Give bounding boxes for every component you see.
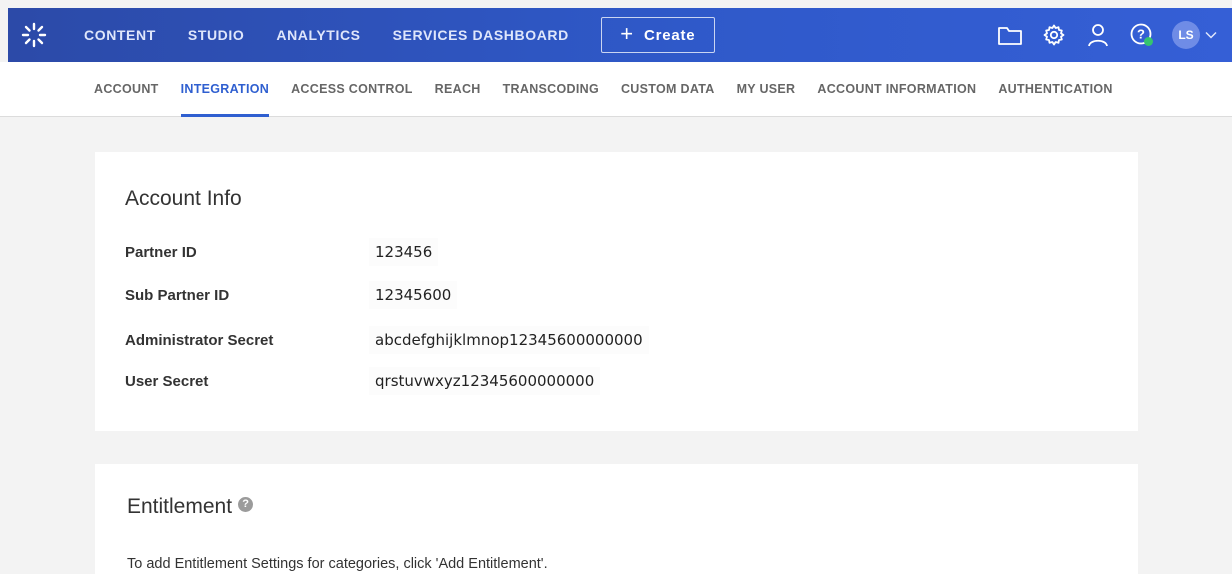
help-icon[interactable]: ? <box>1122 8 1162 62</box>
admin-secret-label: Administrator Secret <box>125 331 274 349</box>
tab-integration[interactable]: INTEGRATION <box>170 62 280 117</box>
entitlement-title: Entitlement <box>127 495 233 518</box>
avatar[interactable]: LS <box>1172 21 1200 49</box>
partner-id-value[interactable]: 123456 <box>369 238 439 266</box>
admin-secret-value[interactable]: abcdefghijklmnop12345600000000 <box>369 326 649 354</box>
user-secret-value[interactable]: qrstuvwxyz12345600000000 <box>369 367 601 395</box>
user-icon[interactable] <box>1078 8 1118 62</box>
tab-custom-data[interactable]: CUSTOM DATA <box>610 62 726 117</box>
account-info-card: Account Info Partner ID 123456 Sub Partn… <box>95 152 1138 431</box>
status-dot <box>1144 37 1153 46</box>
folder-icon[interactable] <box>990 8 1030 62</box>
entitlement-description: To add Entitlement Settings for categori… <box>127 556 548 572</box>
user-secret-row: User Secret qrstuvwxyz12345600000000 <box>125 366 1025 396</box>
admin-secret-row: Administrator Secret abcdefghijklmnop123… <box>125 325 1025 355</box>
nav-item-content[interactable]: CONTENT <box>68 8 172 62</box>
entitlement-title-wrap: Entitlement ? <box>127 495 254 519</box>
partner-id-row: Partner ID 123456 <box>125 237 1025 267</box>
gear-icon[interactable] <box>1034 8 1074 62</box>
entitlement-card: Entitlement ? To add Entitlement Setting… <box>95 464 1138 574</box>
create-button-label: Create <box>643 26 696 44</box>
account-info-title: Account Info <box>125 187 242 210</box>
help-icon[interactable]: ? <box>238 496 254 512</box>
sub-partner-id-value[interactable]: 12345600 <box>369 281 458 309</box>
top-icons: ? LS <box>986 8 1220 62</box>
tab-account[interactable]: ACCOUNT <box>83 62 170 117</box>
tab-access-control[interactable]: ACCESS CONTROL <box>280 62 424 117</box>
nav-item-services-dashboard[interactable]: SERVICES DASHBOARD <box>377 8 585 62</box>
main-nav: CONTENT STUDIO ANALYTICS SERVICES DASHBO… <box>68 8 585 62</box>
nav-item-studio[interactable]: STUDIO <box>172 8 261 62</box>
top-navigation-bar: CONTENT STUDIO ANALYTICS SERVICES DASHBO… <box>8 8 1232 62</box>
kaltura-logo-icon[interactable] <box>12 8 56 62</box>
tab-my-user[interactable]: MY USER <box>726 62 807 117</box>
plus-icon: + <box>620 21 634 46</box>
svg-text:?: ? <box>1137 27 1145 42</box>
tab-account-information[interactable]: ACCOUNT INFORMATION <box>806 62 987 117</box>
settings-subnav: ACCOUNT INTEGRATION ACCESS CONTROL REACH… <box>0 62 1232 117</box>
partner-id-label: Partner ID <box>125 243 197 261</box>
chevron-down-icon[interactable] <box>1202 8 1220 62</box>
sub-partner-id-label: Sub Partner ID <box>125 286 230 304</box>
tab-reach[interactable]: REACH <box>424 62 492 117</box>
tab-authentication[interactable]: AUTHENTICATION <box>987 62 1123 117</box>
create-button[interactable]: + Create <box>600 17 715 53</box>
nav-item-analytics[interactable]: ANALYTICS <box>260 8 376 62</box>
user-secret-label: User Secret <box>125 372 209 390</box>
sub-partner-id-row: Sub Partner ID 12345600 <box>125 280 1025 310</box>
tab-transcoding[interactable]: TRANSCODING <box>492 62 610 117</box>
